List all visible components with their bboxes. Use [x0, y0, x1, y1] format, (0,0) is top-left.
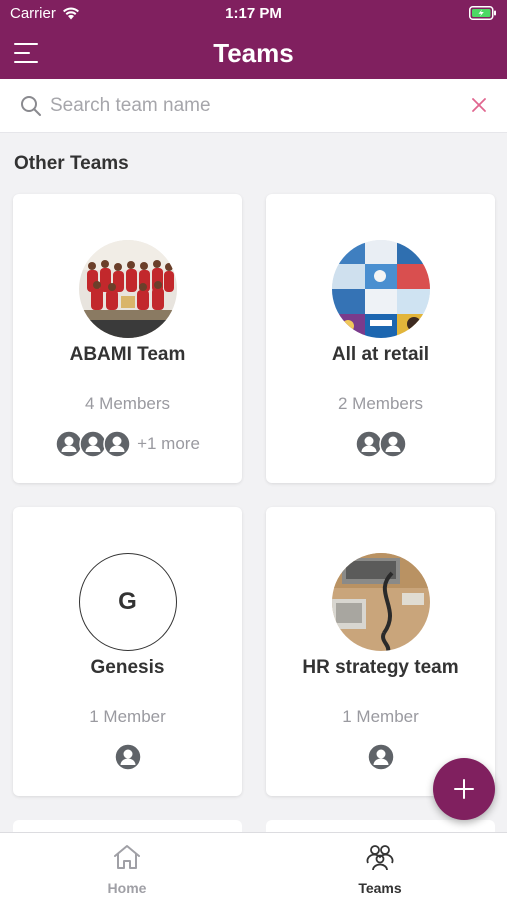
- team-card[interactable]: All at retail 2 Members: [266, 194, 495, 483]
- page-title: Teams: [213, 38, 294, 68]
- teams-icon: [366, 845, 394, 871]
- app-bar: Teams: [0, 28, 507, 79]
- search-bar: [0, 79, 507, 133]
- team-card[interactable]: ABAMI Team 4 Members +1 more: [13, 194, 242, 483]
- team-grid: ABAMI Team 4 Members +1 more All at reta…: [13, 194, 495, 796]
- clear-search-icon[interactable]: [471, 97, 487, 113]
- team-name: Genesis: [90, 657, 165, 678]
- user-avatar-icon: [103, 430, 131, 458]
- team-name: ABAMI Team: [69, 344, 186, 365]
- member-avatars: +1 more: [13, 430, 242, 458]
- user-avatar-icon: [113, 743, 142, 771]
- status-bar: Carrier 1:17 PM: [0, 0, 507, 28]
- search-input[interactable]: [50, 91, 450, 121]
- plus-icon: [454, 779, 474, 799]
- member-avatars: [13, 743, 242, 771]
- user-avatar-icon: [366, 743, 395, 771]
- team-name: All at retail: [331, 344, 430, 365]
- more-members-label: +1 more: [137, 434, 200, 453]
- team-avatar-photo: [331, 553, 430, 651]
- nav-label-home: Home: [107, 880, 147, 896]
- battery-icon: [469, 6, 496, 20]
- member-avatars: [266, 430, 495, 458]
- member-count: 1 Member: [89, 707, 166, 726]
- nav-item-home[interactable]: Home: [67, 843, 187, 896]
- member-count: 2 Members: [337, 394, 424, 413]
- team-card[interactable]: HR strategy team 1 Member: [266, 507, 495, 796]
- search-icon: [21, 96, 41, 116]
- team-name: HR strategy team: [302, 657, 459, 678]
- add-team-button[interactable]: [433, 758, 495, 820]
- team-avatar-photo: [78, 240, 177, 338]
- nav-item-teams[interactable]: Teams: [320, 843, 440, 896]
- team-avatar-photo: [331, 240, 430, 338]
- home-icon: [114, 845, 140, 869]
- member-count: 4 Members: [84, 394, 171, 413]
- team-card[interactable]: G Genesis 1 Member: [13, 507, 242, 796]
- nav-label-teams: Teams: [358, 880, 402, 896]
- member-count: 1 Member: [342, 707, 419, 726]
- status-time: 1:17 PM: [225, 5, 282, 22]
- section-title: Other Teams: [14, 153, 129, 174]
- team-letter-avatar: G: [78, 553, 177, 651]
- bottom-nav: Home Teams: [0, 832, 507, 900]
- user-avatar-icon: [378, 430, 407, 458]
